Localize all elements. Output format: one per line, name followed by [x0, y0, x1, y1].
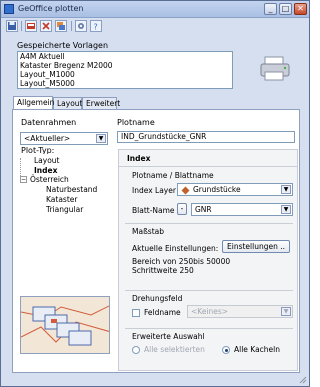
chevron-down-icon[interactable]: ▼: [281, 205, 291, 214]
drehungsfeld-title: Drehungsfeld: [132, 294, 183, 303]
template-item[interactable]: Layout_M1000: [18, 70, 232, 79]
blatt-name-value: GNR: [195, 205, 212, 214]
svg-text:?: ?: [94, 23, 98, 32]
index-layer-value: Grundstücke: [193, 185, 241, 194]
delete-icon[interactable]: [40, 20, 52, 32]
tab-layout[interactable]: Layout: [53, 97, 83, 109]
plotname-input[interactable]: IND_Grundstücke_GNR: [117, 131, 295, 143]
settings-icon[interactable]: [75, 20, 87, 32]
datenrahmen-label: Datenrahmen: [21, 118, 77, 127]
tree-item-naturbestand[interactable]: Naturbestand: [46, 185, 97, 194]
alle-selektierten-label: Alle selektierten: [144, 345, 205, 354]
einstellungen-button[interactable]: Einstellungen ..: [222, 240, 290, 253]
tree-item-index[interactable]: Index: [34, 166, 57, 175]
save-icon[interactable]: [6, 20, 18, 32]
layers-icon[interactable]: [55, 20, 67, 32]
tab-allgemein[interactable]: Allgemein: [13, 96, 54, 109]
index-layer-select[interactable]: Grundstücke ▼: [177, 183, 293, 196]
plotname-label: Plotname: [117, 118, 155, 127]
plot-window: GeOffice plotten _ □ ✕ ? Gespeicherte Vo…: [0, 0, 310, 387]
alle-selektierten-radio[interactable]: [132, 346, 140, 354]
bereich-text: Bereich von 250bis 50000: [132, 257, 231, 266]
plot-type-tree[interactable]: Layout Index − Österreich Naturbestand K…: [20, 154, 110, 284]
saved-templates-list[interactable]: A4M Aktuell Kataster Bregenz M2000 Layou…: [17, 51, 233, 89]
datenrahmen-select[interactable]: <Aktueller> ▼: [20, 132, 108, 145]
divider: [119, 166, 297, 167]
datenrahmen-value: <Aktueller>: [24, 134, 71, 143]
printer-icon[interactable]: [259, 56, 291, 82]
index-title: Index: [127, 154, 151, 163]
schrittweite-text: Schrittweite 250: [132, 266, 194, 275]
chevron-down-icon[interactable]: ▼: [281, 185, 291, 194]
print-setup-icon[interactable]: [25, 20, 37, 32]
chevron-down-icon[interactable]: ▼: [96, 134, 106, 143]
toolbar: ?: [3, 19, 309, 33]
title-bar[interactable]: GeOffice plotten _ □ ✕: [1, 1, 309, 18]
saved-templates-label: Gespeicherte Vorlagen: [17, 41, 109, 50]
tree-item-layout[interactable]: Layout: [34, 156, 60, 165]
tab-erweitert[interactable]: Erweitert: [82, 97, 120, 109]
feldname-label: Feldname: [144, 308, 181, 317]
template-item[interactable]: A4M Aktuell: [18, 52, 232, 61]
feldname-checkbox[interactable]: [132, 309, 140, 317]
minimize-button[interactable]: _: [264, 3, 277, 15]
feldname-value: <Keines>: [191, 307, 229, 316]
layer-icon: [181, 186, 190, 197]
help-icon[interactable]: ?: [90, 20, 102, 32]
plot-preview-image: [20, 296, 110, 354]
template-item[interactable]: Layout_M5000: [18, 79, 232, 88]
alle-kacheln-radio[interactable]: [222, 346, 230, 354]
template-item[interactable]: Kataster Bregenz M2000: [18, 61, 232, 70]
feldname-select[interactable]: <Keines> ▼: [187, 305, 293, 318]
aktuelle-einstellungen-label: Aktuelle Einstellungen:: [132, 244, 219, 253]
window-title: GeOffice plotten: [18, 4, 84, 13]
blatt-name-prefix-button[interactable]: -: [177, 203, 187, 215]
tree-item-triangular[interactable]: Triangular: [46, 205, 83, 214]
maximize-button[interactable]: □: [279, 3, 292, 15]
divider: [125, 223, 293, 224]
tab-panel-allgemein: Datenrahmen <Aktueller> ▼ Plotname IND_G…: [12, 109, 300, 373]
tree-item-oesterreich[interactable]: Österreich: [30, 175, 69, 184]
index-layer-label: Index Layer: [132, 186, 176, 195]
divider: [125, 290, 293, 291]
blatt-name-label: Blatt-Name: [132, 206, 175, 215]
resize-grip-icon[interactable]: [297, 374, 307, 384]
alle-kacheln-label: Alle Kacheln: [234, 345, 281, 354]
erweiterte-auswahl-title: Erweiterte Auswahl: [132, 332, 205, 341]
app-icon: [4, 4, 14, 14]
tree-collapse-icon[interactable]: −: [20, 176, 27, 183]
massstab-title: Maßstab: [132, 227, 164, 236]
index-group: Index Plotname / Blattname Index Layer G…: [118, 149, 298, 371]
plotname-blattname-label: Plotname / Blattname: [132, 171, 214, 180]
chevron-down-icon[interactable]: ▼: [281, 307, 291, 316]
close-button[interactable]: ✕: [294, 3, 307, 15]
divider: [125, 328, 293, 329]
tree-item-kataster[interactable]: Kataster: [46, 195, 77, 204]
blatt-name-select[interactable]: GNR ▼: [191, 203, 293, 216]
